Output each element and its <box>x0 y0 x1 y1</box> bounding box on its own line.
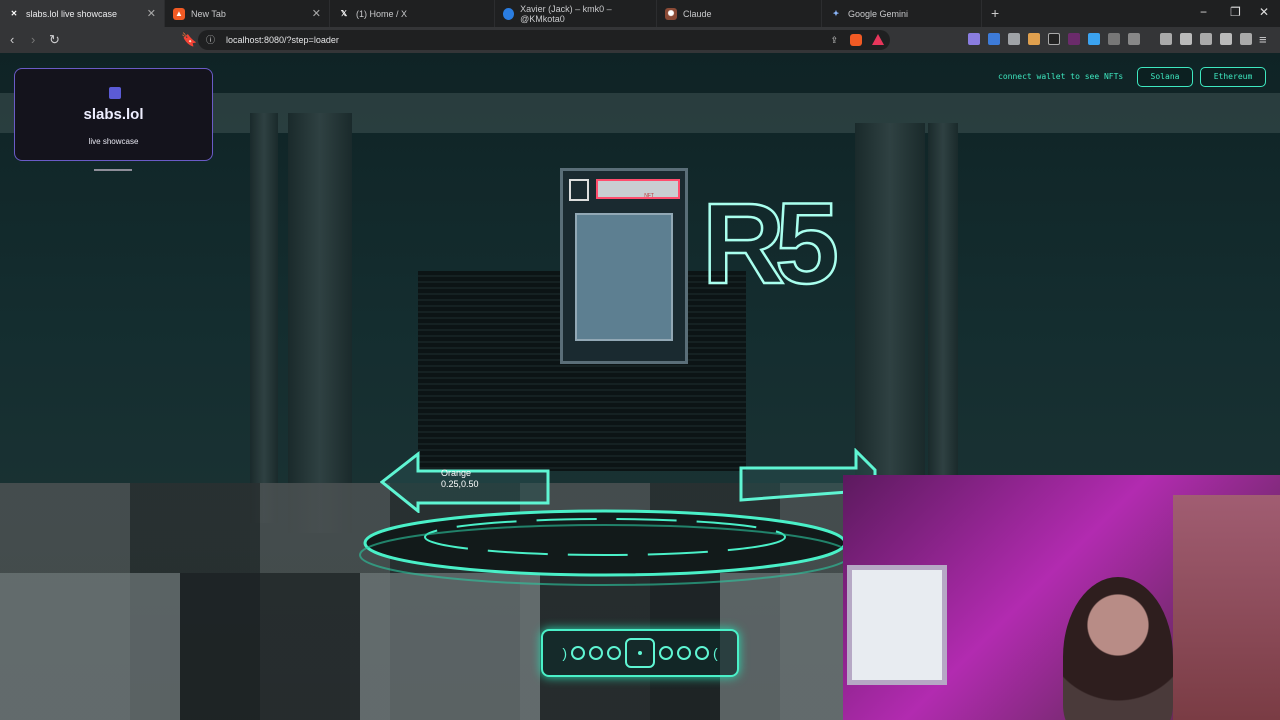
tab-title: Google Gemini <box>848 8 909 19</box>
bookmark-icon[interactable]: 🔖 <box>181 32 197 48</box>
pager-dot[interactable] <box>607 646 621 660</box>
webcam-overlay <box>843 475 1280 720</box>
nav-bar: ‹ › ↻ 🔖 ⓘ localhost:8080/?step=loader ⇪ … <box>0 27 1280 53</box>
item-label: Orange 0.25,0.50 <box>441 468 479 490</box>
pager-dot[interactable] <box>659 646 673 660</box>
r5-sign-text: R5 <box>702 183 836 293</box>
globe-icon <box>503 7 515 20</box>
solana-button[interactable]: Solana <box>1137 67 1193 87</box>
leo-ai-icon[interactable] <box>1220 33 1232 45</box>
pager-right-edge: ( <box>713 645 718 661</box>
hud-underline <box>94 169 132 171</box>
slab-window <box>575 213 673 341</box>
new-tab-plus-icon[interactable]: + <box>991 5 999 21</box>
slab-label: NFT <box>596 179 680 199</box>
close-tab-icon[interactable]: ✕ <box>312 7 321 20</box>
slab-logo-icon <box>569 179 589 201</box>
sidebar-icon[interactable] <box>1180 33 1192 45</box>
extension-icon[interactable] <box>1048 33 1060 45</box>
pager-dot[interactable] <box>589 646 603 660</box>
share-icon[interactable]: ⇪ <box>830 30 838 50</box>
extension-icon[interactable] <box>1068 33 1080 45</box>
pillar <box>288 113 352 533</box>
forward-icon[interactable]: › <box>31 32 35 47</box>
webcam-window <box>847 565 947 685</box>
item-name: Orange <box>441 468 472 478</box>
slabs-logo-icon <box>109 87 121 99</box>
extension-icon[interactable] <box>1008 33 1020 45</box>
tab-new-tab[interactable]: ▲ New Tab ✕ <box>165 0 330 27</box>
vpn-icon[interactable] <box>1240 33 1252 45</box>
wallet-icon[interactable] <box>1200 33 1212 45</box>
tab-gemini[interactable]: ✦ Google Gemini <box>822 0 982 27</box>
pager-dot[interactable] <box>677 646 691 660</box>
address-bar[interactable]: ⓘ localhost:8080/?step=loader ⇪ <box>198 30 890 50</box>
tab-title: Claude <box>683 8 712 19</box>
tab-title: (1) Home / X <box>356 8 408 19</box>
close-tab-icon[interactable]: ✕ <box>147 7 156 20</box>
item-coords: 0.25,0.50 <box>441 479 479 489</box>
menu-icon[interactable]: ≡ <box>1259 32 1267 47</box>
url-text: localhost:8080/?step=loader <box>226 35 339 45</box>
tab-xavier[interactable]: Xavier (Jack) – kmk0 – @KMkota0 <box>495 0 657 27</box>
extension-icon[interactable] <box>1128 33 1140 45</box>
webcam-person <box>1063 577 1173 720</box>
pager-dot[interactable] <box>571 646 585 660</box>
webcam-shelf <box>1173 495 1280 720</box>
pager-left-edge: ) <box>562 645 567 661</box>
tab-slabs[interactable]: ✕ slabs.lol live showcase ✕ <box>0 0 165 27</box>
r5-neon-sign: R5 <box>701 183 848 293</box>
close-window-icon[interactable]: ✕ <box>1259 5 1269 19</box>
brave-icon: ▲ <box>173 7 185 20</box>
brave-shields-icon[interactable] <box>850 34 862 46</box>
brave-rewards-icon[interactable] <box>872 34 884 45</box>
tab-claude[interactable]: ✺ Claude <box>657 0 822 27</box>
reload-icon[interactable]: ↻ <box>49 32 60 48</box>
extension-icon[interactable] <box>988 33 1000 45</box>
pillar <box>250 113 278 523</box>
music-icon[interactable] <box>1160 33 1172 45</box>
site-info-icon[interactable]: ⓘ <box>206 30 215 50</box>
tab-home-x[interactable]: 𝕏 (1) Home / X <box>330 0 495 27</box>
gemini-icon: ✦ <box>832 9 840 18</box>
extension-icon[interactable] <box>968 33 980 45</box>
claude-icon: ✺ <box>665 7 677 20</box>
restore-icon[interactable]: ❐ <box>1230 5 1241 19</box>
extension-icon[interactable] <box>1028 33 1040 45</box>
ethereum-button[interactable]: Ethereum <box>1200 67 1266 87</box>
wallet-prompt: connect wallet to see NFTs <box>998 72 1124 81</box>
pager-dot[interactable] <box>695 646 709 660</box>
site-subtitle: live showcase <box>88 137 139 146</box>
x-icon: 𝕏 <box>340 9 348 18</box>
slabs-logo-card[interactable]: slabs.lol live showcase <box>14 68 213 161</box>
tab-title: New Tab <box>191 8 226 19</box>
back-icon[interactable]: ‹ <box>10 32 14 47</box>
tab-title: slabs.lol live showcase <box>26 8 118 19</box>
slab-label-text: NFT <box>644 193 654 199</box>
puzzle-icon[interactable] <box>1108 33 1120 45</box>
tab-bar: ✕ slabs.lol live showcase ✕ ▲ New Tab ✕ … <box>0 0 1280 27</box>
carousel-pager[interactable]: ) ( <box>541 629 739 677</box>
site-title: slabs.lol <box>83 106 144 123</box>
minimize-icon[interactable]: − <box>1200 5 1207 19</box>
pager-dot-selected[interactable] <box>625 638 655 668</box>
nft-slab[interactable]: NFT <box>560 168 688 364</box>
tab-title: Xavier (Jack) – kmk0 – @KMkota0 <box>520 3 612 24</box>
pillar <box>928 123 958 523</box>
extension-icon[interactable] <box>1088 33 1100 45</box>
slabs-favicon-icon: ✕ <box>10 9 18 18</box>
